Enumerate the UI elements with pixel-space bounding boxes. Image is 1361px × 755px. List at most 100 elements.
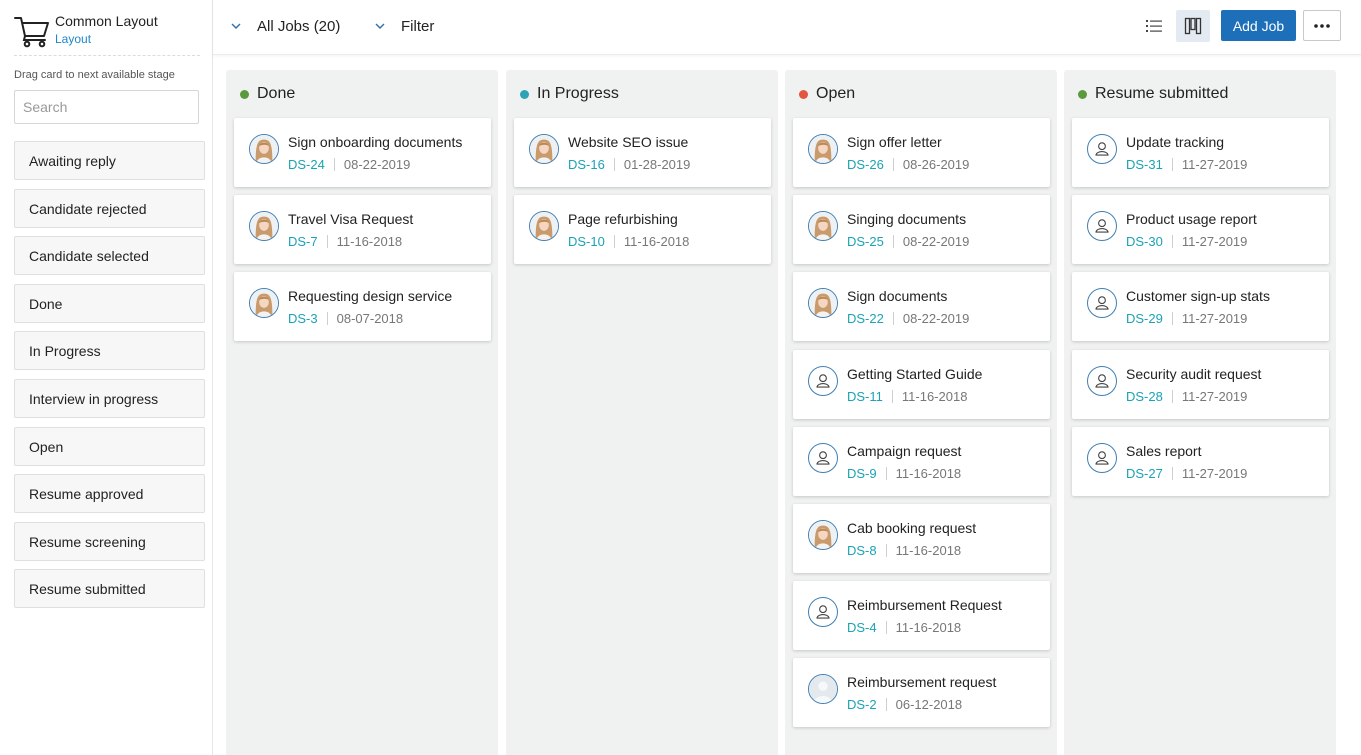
card-id[interactable]: DS-4: [847, 620, 877, 635]
card-id[interactable]: DS-9: [847, 466, 877, 481]
card-meta: DS-28 11-27-2019: [1126, 389, 1247, 404]
card-date: 11-16-2018: [895, 543, 962, 558]
stage-item[interactable]: Candidate selected: [14, 236, 205, 276]
stage-item[interactable]: Interview in progress: [14, 378, 205, 418]
card-date: 11-27-2019: [1181, 311, 1248, 327]
card-id[interactable]: DS-8: [847, 543, 877, 558]
divider: [1171, 466, 1173, 480]
card-date: 11-16-2018: [895, 620, 962, 636]
brand-subtitle[interactable]: Layout: [55, 32, 91, 46]
divider: [885, 621, 887, 635]
job-card[interactable]: Page refurbishing DS-10 11-16-2018: [514, 195, 771, 265]
card-id[interactable]: DS-31: [1126, 157, 1163, 172]
card-meta: DS-10 11-16-2018: [568, 234, 689, 249]
card-id[interactable]: DS-10: [568, 234, 605, 249]
divider: [892, 312, 894, 326]
divider: [1171, 389, 1173, 403]
column-header: Resume submitted: [1078, 84, 1228, 104]
job-card[interactable]: Getting Started Guide DS-11 11-16-2018: [793, 349, 1050, 419]
job-card[interactable]: Update tracking DS-31 11-27-2019: [1072, 118, 1329, 187]
stage-item[interactable]: In Progress: [14, 331, 205, 371]
status-dot-icon: [240, 89, 249, 99]
card-meta: DS-24 08-22-2019: [288, 157, 410, 172]
stage-item[interactable]: Open: [14, 426, 205, 466]
avatar: [808, 597, 838, 628]
list-view-button[interactable]: [1137, 10, 1171, 42]
job-card[interactable]: Customer sign-up stats DS-29 11-27-2019: [1072, 272, 1329, 342]
card-date: 11-27-2019: [1181, 465, 1248, 481]
add-job-button[interactable]: Add Job: [1221, 10, 1296, 41]
card-id[interactable]: DS-11: [847, 389, 883, 404]
job-card[interactable]: Sign documents DS-22 08-22-2019: [793, 272, 1050, 342]
card-date: 11-27-2019: [1181, 234, 1248, 250]
card-id[interactable]: DS-28: [1126, 389, 1163, 404]
card-date: 08-22-2019: [902, 234, 970, 250]
card-date: 11-16-2018: [895, 465, 962, 481]
job-card[interactable]: Sign offer letter DS-26 08-26-2019: [793, 118, 1050, 187]
job-card[interactable]: Campaign request DS-9 11-16-2018: [793, 426, 1050, 496]
avatar: [1087, 365, 1117, 396]
chevron-down-icon[interactable]: [374, 20, 386, 32]
card-id[interactable]: DS-24: [288, 157, 325, 172]
card-id[interactable]: DS-7: [288, 234, 318, 249]
brand-title: Common Layout: [55, 13, 158, 29]
card-meta: DS-27 11-27-2019: [1126, 466, 1247, 481]
job-card[interactable]: Reimbursement Request DS-4 11-16-2018: [793, 581, 1050, 651]
column-title: Resume submitted: [1095, 85, 1229, 102]
job-card[interactable]: Travel Visa Request DS-7 11-16-2018: [234, 195, 491, 265]
card-date: 06-12-2018: [895, 697, 963, 713]
stage-item[interactable]: Done: [14, 283, 205, 323]
job-card[interactable]: Cab booking request DS-8 11-16-2018: [793, 504, 1050, 573]
filter-select[interactable]: Filter: [401, 18, 434, 35]
card-meta: DS-29 11-27-2019: [1126, 311, 1247, 326]
job-card[interactable]: Product usage report DS-30 11-27-2019: [1072, 195, 1329, 265]
user-photo-icon: [809, 135, 837, 163]
stage-item[interactable]: Resume approved: [14, 474, 205, 514]
card-date: 11-27-2019: [1181, 157, 1248, 172]
avatar: [529, 211, 559, 242]
board-view-button[interactable]: [1176, 10, 1210, 42]
card-meta: DS-9 11-16-2018: [847, 466, 961, 481]
card-title: Security audit request: [1126, 365, 1262, 382]
job-card[interactable]: Singing documents DS-25 08-22-2019: [793, 195, 1050, 265]
job-card[interactable]: Sign onboarding documents DS-24 08-22-2019: [234, 118, 491, 187]
divider: [1171, 235, 1173, 249]
job-card[interactable]: Reimbursement request DS-2 06-12-2018: [793, 658, 1050, 728]
stage-item[interactable]: Resume screening: [14, 521, 205, 561]
card-date: 11-27-2019: [1181, 388, 1248, 404]
search-input[interactable]: [14, 90, 199, 124]
card-title: Cab booking request: [847, 520, 977, 536]
card-title: Reimbursement request: [847, 674, 997, 691]
avatar: [808, 211, 838, 242]
card-id[interactable]: DS-29: [1126, 311, 1163, 326]
divider: [885, 698, 887, 712]
card-title: Website SEO issue: [568, 134, 689, 150]
avatar: [1087, 211, 1117, 242]
job-card[interactable]: Security audit request DS-28 11-27-2019: [1072, 349, 1329, 419]
stage-item[interactable]: Awaiting reply: [14, 141, 205, 180]
card-id[interactable]: DS-26: [847, 157, 884, 172]
avatar: [808, 442, 838, 473]
card-id[interactable]: DS-16: [568, 157, 605, 172]
stage-item[interactable]: Candidate rejected: [14, 188, 205, 228]
card-id[interactable]: DS-25: [847, 234, 884, 249]
status-dot-icon: [799, 89, 808, 99]
card-id[interactable]: DS-27: [1126, 466, 1163, 481]
job-card[interactable]: Sales report DS-27 11-27-2019: [1072, 426, 1329, 496]
jobs-filter-select[interactable]: All Jobs (20): [257, 18, 340, 35]
card-id[interactable]: DS-3: [288, 311, 318, 326]
card-id[interactable]: DS-2: [847, 697, 877, 712]
job-card[interactable]: Website SEO issue DS-16 01-28-2019: [514, 118, 771, 187]
avatar: [529, 134, 559, 164]
card-id[interactable]: DS-22: [847, 311, 884, 326]
card-id[interactable]: DS-30: [1126, 234, 1163, 249]
card-date: 08-22-2019: [343, 157, 411, 172]
sidebar: Common Layout Layout Drag card to next a…: [0, 0, 213, 755]
more-button[interactable]: [1303, 10, 1341, 41]
divider: [892, 158, 894, 171]
job-card[interactable]: Requesting design service DS-3 08-07-2018: [234, 272, 491, 342]
chevron-down-icon[interactable]: [230, 20, 242, 32]
board-column: Resume submitted Update tracking DS-31 11-2…: [1064, 70, 1336, 755]
divider: [613, 235, 615, 249]
stage-item[interactable]: Resume submitted: [14, 569, 205, 609]
